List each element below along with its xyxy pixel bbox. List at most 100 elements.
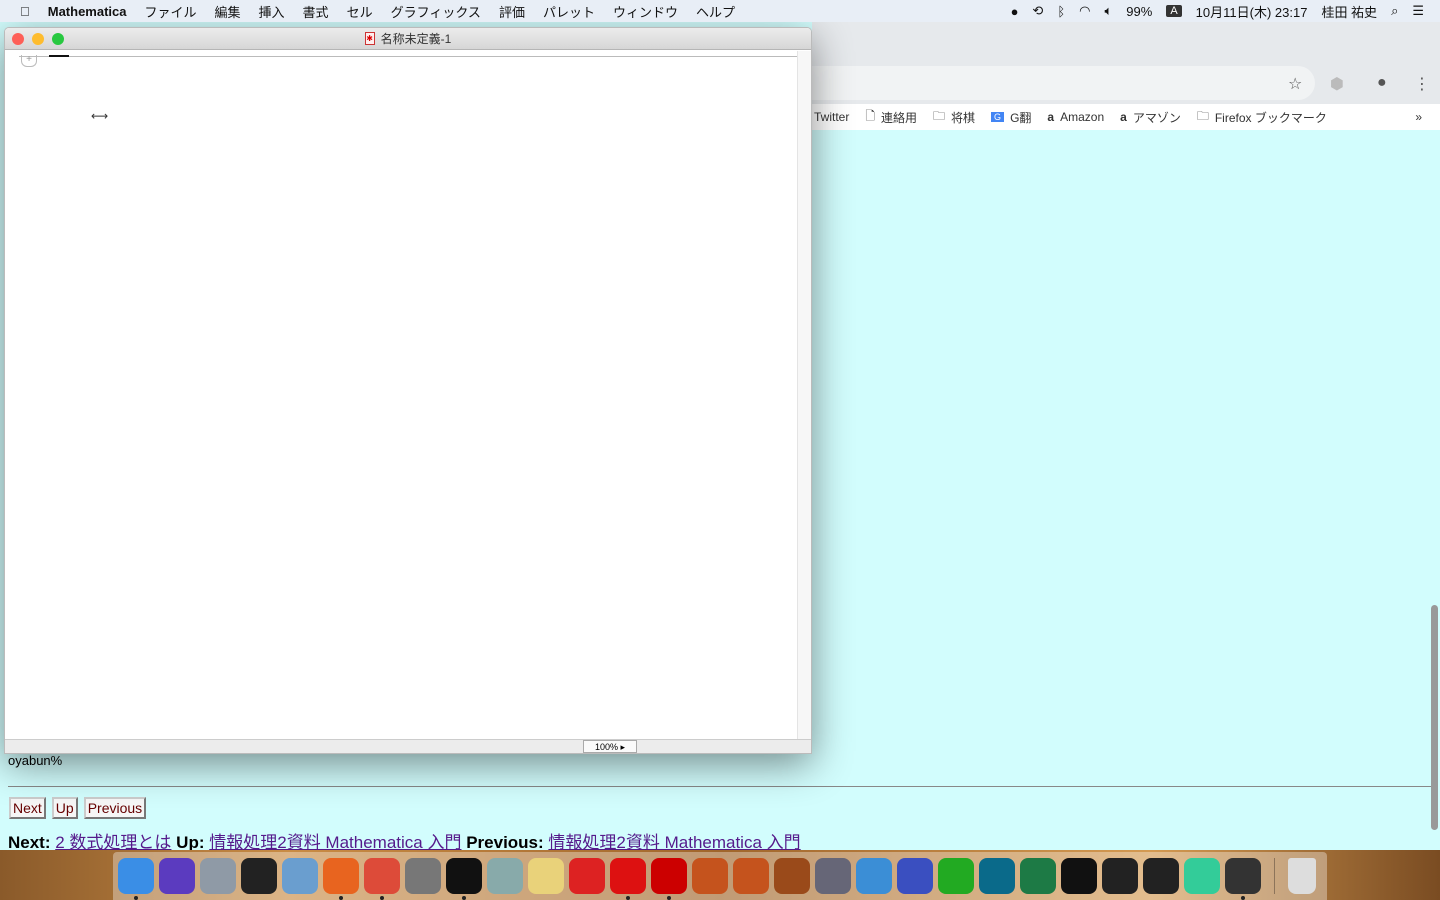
menu-item[interactable]: ヘルプ [696, 2, 735, 21]
bluetooth-icon[interactable]: ᛒ [1057, 4, 1065, 19]
folder-icon: 🗀︎ [933, 108, 946, 123]
dock-texshop-icon[interactable] [774, 858, 810, 894]
dock-chrome-icon[interactable] [364, 858, 400, 900]
menu-item[interactable]: ファイル [145, 2, 197, 21]
dock-x11-icon[interactable] [1225, 858, 1261, 900]
up-button[interactable]: Up [51, 797, 78, 819]
battery-percent[interactable]: 99% [1126, 4, 1152, 19]
menu-item[interactable]: グラフィックス [391, 2, 481, 21]
amazon-icon: a [1047, 110, 1055, 124]
bookmark-item[interactable]: a アマゾン [1120, 109, 1181, 126]
dock [113, 852, 1327, 900]
dock-acrobat-icon[interactable] [569, 858, 605, 894]
dock-image-capture-icon[interactable] [487, 858, 523, 894]
dock-xcode-icon[interactable] [856, 858, 892, 894]
status-bar: 100% ▸ [5, 739, 811, 753]
folder-icon: 🗀︎ [1196, 108, 1209, 123]
notification-center-icon[interactable]: ☰ [1412, 3, 1424, 19]
menu-item[interactable]: パレット [543, 2, 595, 21]
bookmark-label: 連絡用 [881, 110, 918, 125]
next-button[interactable]: Next [9, 797, 46, 819]
add-cell-button[interactable]: + [21, 55, 37, 67]
dock-tex-icon[interactable] [815, 858, 851, 894]
menu-item[interactable]: 編集 [215, 2, 241, 21]
dock-launchpad-icon[interactable] [200, 858, 236, 894]
bookmark-item[interactable]: Twitter [814, 110, 849, 124]
dock-matlab-2-icon[interactable] [733, 858, 769, 894]
bookmark-label: G翻 [1010, 110, 1032, 125]
zoom-value: 100% [594, 742, 618, 752]
dock-safari-5-icon[interactable] [897, 858, 933, 894]
dock-screen-icon[interactable] [979, 858, 1015, 894]
zoom-control[interactable]: 100% ▸ [583, 740, 637, 753]
maximize-button[interactable] [52, 33, 64, 45]
minimize-button[interactable] [32, 33, 44, 45]
dock-console-icon[interactable] [1143, 858, 1179, 894]
clock[interactable]: 10月11日(木) 23:17 [1196, 2, 1308, 21]
menu-bar:  Mathematica ファイル編集挿入書式セルグラフィックス評価パレットウ… [0, 0, 1440, 22]
extension-icon[interactable]: ⬢ [1330, 74, 1344, 94]
document-icon: ✱ [364, 32, 375, 45]
page-icon: 🗋︎ [865, 108, 875, 123]
ibeam-cursor-icon: ⟷ [91, 109, 109, 123]
window-title: 名称未定義-1 [380, 32, 452, 46]
dock-script-editor-icon[interactable] [528, 858, 564, 894]
previous-button[interactable]: Previous [83, 797, 147, 819]
menu-kebab-icon[interactable]: ⋮ [1414, 74, 1430, 94]
menu-item[interactable]: ウィンドウ [613, 2, 678, 21]
input-method[interactable]: A [1166, 5, 1182, 17]
google-translate-icon: G [991, 112, 1005, 122]
status-app-icon[interactable]: ● [1011, 4, 1019, 19]
apple-icon[interactable]:  [20, 4, 30, 19]
bookmark-label: 将棋 [951, 110, 976, 125]
menu-item[interactable]: セル [347, 2, 373, 21]
prompt-text: oyabun% [8, 753, 63, 768]
dock-atom-icon[interactable] [1184, 858, 1220, 894]
bookmark-item[interactable]: 🗋︎ 連絡用 [865, 107, 917, 128]
menu-item[interactable]: 挿入 [259, 2, 285, 21]
divider [8, 786, 1432, 787]
bookmark-label: Firefox ブックマーク [1214, 110, 1327, 125]
dock-terminal-2-icon[interactable] [1061, 858, 1097, 894]
menu-item[interactable]: 評価 [499, 2, 525, 21]
cell-insertion-line [19, 56, 797, 57]
bookmark-item[interactable]: 🗀︎ Firefox ブックマーク [1197, 107, 1327, 128]
dock-preview-icon[interactable] [282, 858, 318, 894]
time-machine-icon[interactable]: ⟲ [1032, 3, 1043, 19]
address-bar[interactable] [812, 66, 1315, 100]
bookmark-label: Amazon [1060, 110, 1105, 124]
dock-finder-icon[interactable] [118, 858, 154, 900]
menu-item[interactable]: 書式 [303, 2, 329, 21]
dock-wolfram-icon[interactable] [651, 858, 687, 900]
notebook-area[interactable]: + ⟷ [5, 51, 797, 741]
dock-firefox-icon[interactable] [323, 858, 359, 900]
dock-mathematica-icon[interactable] [610, 858, 646, 900]
dock-matlab-icon[interactable] [692, 858, 728, 894]
title-bar[interactable]: ✱ 名称未定義-1 [5, 28, 811, 50]
close-button[interactable] [12, 33, 24, 45]
notebook-window: ✱ 名称未定義-1 + ⟷ 100% ▸ [4, 27, 812, 754]
amazon-icon: a [1120, 110, 1127, 124]
bookmark-item[interactable]: G G翻 [991, 109, 1031, 126]
dock-photo-booth-icon[interactable] [241, 858, 277, 894]
star-icon[interactable]: ☆ [1288, 74, 1302, 94]
bookmark-item[interactable]: 🗀︎ 将棋 [933, 107, 975, 128]
dock-siri-icon[interactable] [159, 858, 195, 894]
menu-app[interactable]: Mathematica [48, 4, 127, 19]
bookmark-item[interactable]: a Amazon [1047, 110, 1104, 124]
bookmarks-overflow-button[interactable]: » [1415, 110, 1422, 124]
volume-icon[interactable]: 🔈︎ [1104, 3, 1112, 19]
profile-icon[interactable]: ● [1377, 74, 1387, 92]
notebook-scrollbar[interactable] [797, 51, 811, 741]
dock-app-s-icon[interactable] [938, 858, 974, 894]
bookmark-label: アマゾン [1132, 110, 1181, 125]
spotlight-icon[interactable]: ⌕ [1391, 3, 1398, 19]
dock-system-preferences-icon[interactable] [405, 858, 441, 894]
user-name[interactable]: 桂田 祐史 [1321, 2, 1377, 21]
dock-excel-icon[interactable] [1020, 858, 1056, 894]
dock-terminal-icon[interactable] [446, 858, 482, 900]
dock-activity-monitor-icon[interactable] [1102, 858, 1138, 894]
dock-trash-icon[interactable] [1288, 858, 1316, 894]
wifi-icon[interactable]: ◠ [1079, 3, 1090, 19]
page-scrollbar[interactable] [1431, 605, 1438, 830]
